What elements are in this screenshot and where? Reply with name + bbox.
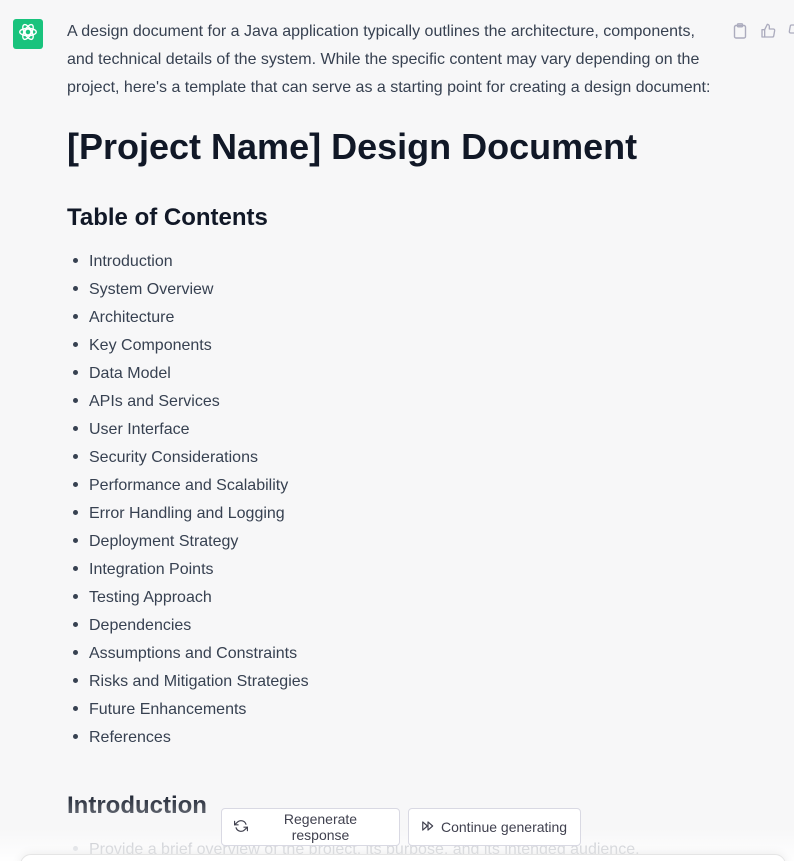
toc-item: Data Model	[67, 360, 717, 388]
generation-controls: Regenerate response Continue generating	[221, 808, 581, 846]
message-composer[interactable]	[20, 854, 786, 861]
toc-list: Introduction System Overview Architectur…	[67, 248, 717, 752]
thumbs-down-icon[interactable]	[787, 22, 794, 40]
chat-page: A design document for a Java application…	[0, 0, 794, 861]
intro-paragraph: A design document for a Java application…	[67, 23, 711, 96]
assistant-avatar	[13, 19, 43, 49]
toc-item: APIs and Services	[67, 388, 717, 416]
toc-item: Introduction	[67, 248, 717, 276]
fast-forward-icon	[421, 819, 435, 836]
assistant-message: A design document for a Java application…	[67, 18, 717, 861]
continue-generating-button[interactable]: Continue generating	[408, 808, 581, 846]
regenerate-response-button[interactable]: Regenerate response	[221, 808, 400, 846]
openai-logo-icon	[17, 21, 39, 48]
toc-item: Testing Approach	[67, 584, 717, 612]
toc-heading: Table of Contents	[67, 204, 268, 231]
toc-item: Key Components	[67, 332, 717, 360]
toc-item: Future Enhancements	[67, 696, 717, 724]
toc-item: System Overview	[67, 276, 717, 304]
toc-item: Integration Points	[67, 556, 717, 584]
message-actions	[731, 22, 794, 40]
toc-item: Performance and Scalability	[67, 472, 717, 500]
toc-item: Deployment Strategy	[67, 528, 717, 556]
toc-item: Risks and Mitigation Strategies	[67, 668, 717, 696]
regenerate-label: Regenerate response	[283, 811, 358, 843]
clipboard-icon[interactable]	[731, 22, 749, 40]
toc-item: Dependencies	[67, 612, 717, 640]
continue-label: Continue generating	[441, 819, 568, 835]
toc-item: Architecture	[67, 304, 717, 332]
toc-item: User Interface	[67, 416, 717, 444]
document-title: [Project Name] Design Document	[67, 126, 638, 167]
refresh-icon	[234, 819, 248, 836]
toc-item: Assumptions and Constraints	[67, 640, 717, 668]
toc-item: Security Considerations	[67, 444, 717, 472]
toc-item: Error Handling and Logging	[67, 500, 717, 528]
thumbs-up-icon[interactable]	[759, 22, 777, 40]
toc-item: References	[67, 724, 717, 752]
